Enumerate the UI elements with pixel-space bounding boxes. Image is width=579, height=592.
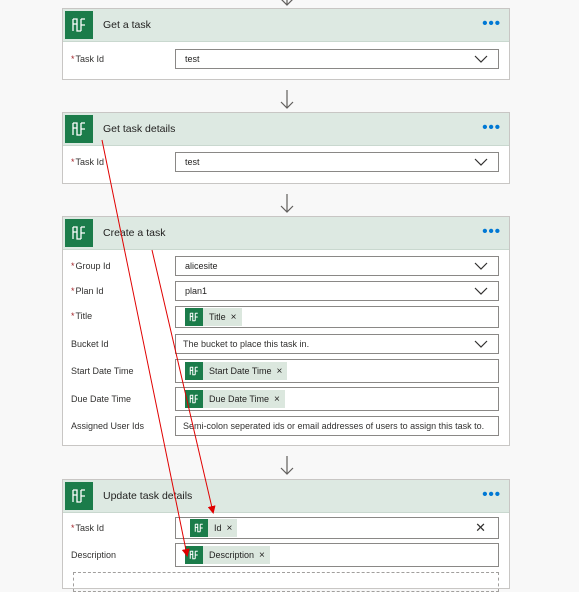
annotation-arrows [101, 139, 216, 557]
annotation-arrow-to-task-id [151, 249, 216, 514]
